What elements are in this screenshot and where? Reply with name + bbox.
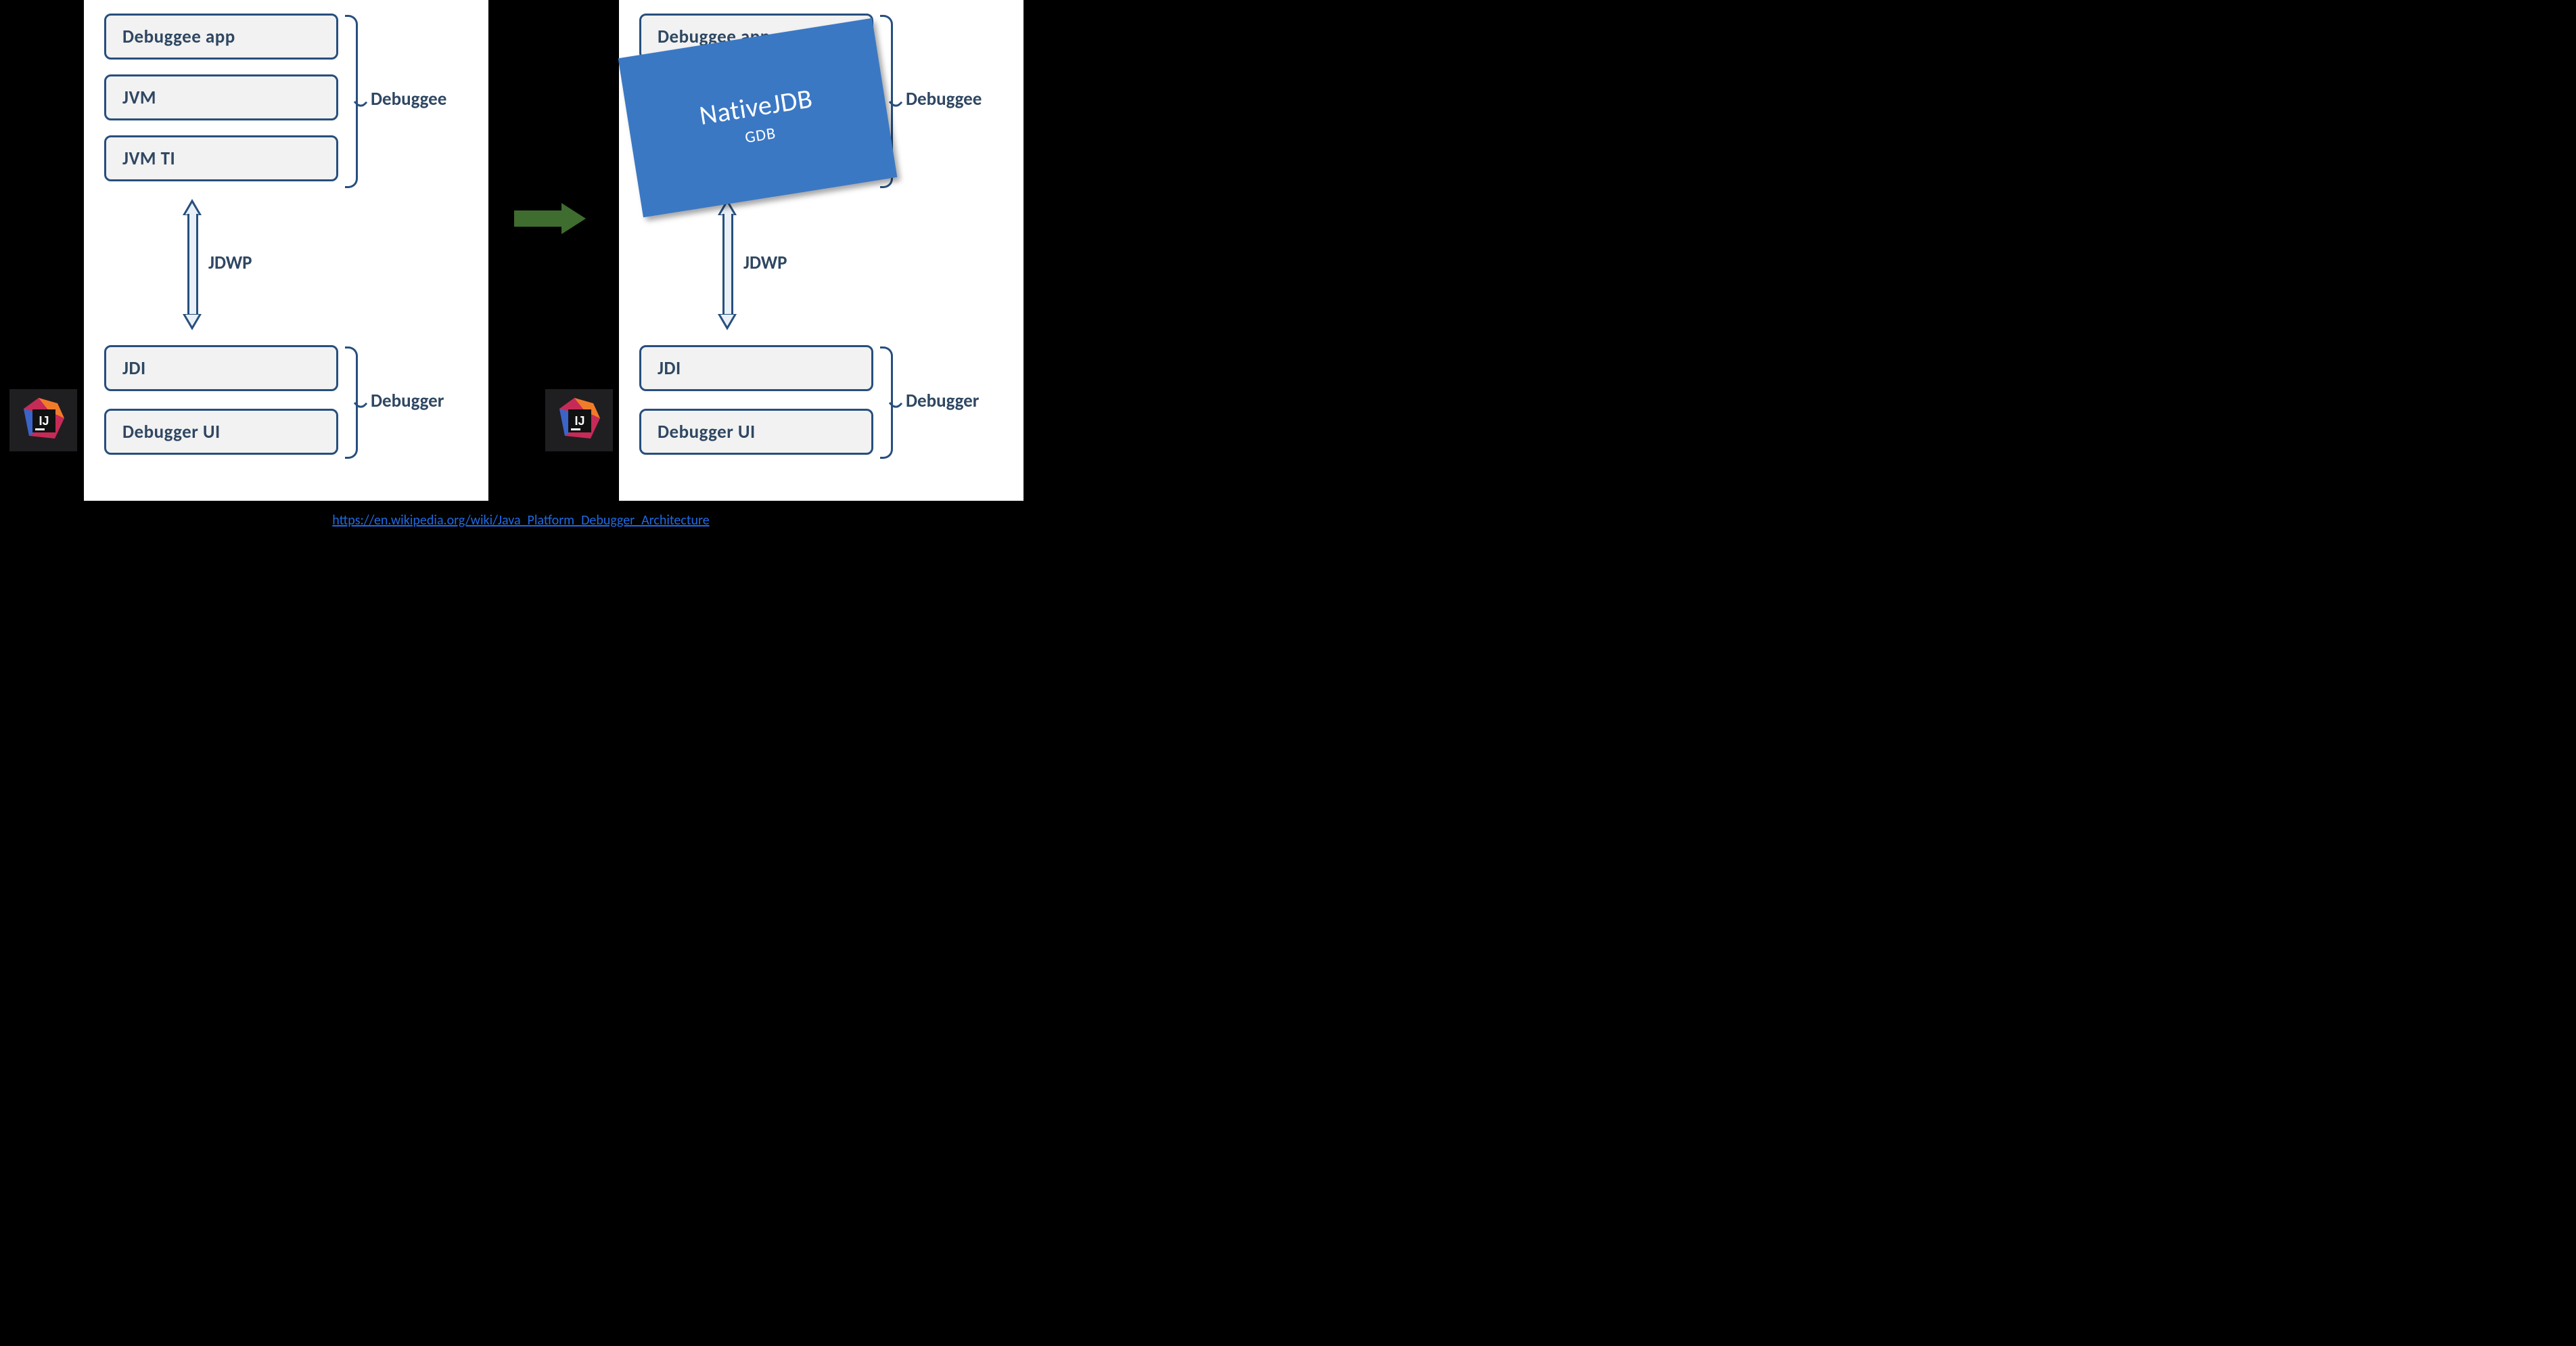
brace-label-debugger: Debugger: [371, 390, 444, 412]
box-label: Debuggee app: [122, 26, 235, 48]
brace-label-debuggee: Debuggee: [371, 88, 446, 110]
brace-debuggee: [345, 15, 358, 188]
box-jvm-ti: JVM TI: [104, 135, 338, 181]
box-label: Debugger UI: [122, 421, 221, 443]
overlay-title: NativeJDB: [697, 81, 814, 132]
svg-text:IJ: IJ: [39, 414, 49, 428]
svg-text:IJ: IJ: [574, 414, 584, 428]
brace-debugger: [345, 346, 358, 459]
transition-arrow-icon: [514, 203, 589, 234]
box-jdi: JDI: [639, 345, 873, 391]
box-jvm: JVM: [104, 74, 338, 120]
jdwp-arrow: [718, 200, 734, 329]
box-label: JVM: [122, 87, 156, 109]
brace-debugger: [880, 346, 893, 459]
box-debuggee-app: Debuggee app: [104, 14, 338, 60]
intellij-icon: IJ: [545, 389, 613, 451]
jdwp-arrow: [183, 200, 199, 329]
box-debugger-ui: Debugger UI: [639, 409, 873, 455]
box-label: JDI: [658, 357, 681, 380]
jpda-panel-left: Debuggee app JVM JVM TI JDI Debugger UI …: [84, 0, 488, 501]
box-debugger-ui: Debugger UI: [104, 409, 338, 455]
brace-label-debugger: Debugger: [906, 390, 979, 412]
box-jdi: JDI: [104, 345, 338, 391]
jdwp-label: JDWP: [208, 252, 252, 274]
jdwp-label: JDWP: [743, 252, 787, 274]
source-link[interactable]: https://en.wikipedia.org/wiki/Java_Platf…: [332, 512, 709, 529]
source-caption: https://en.wikipedia.org/wiki/Java_Platf…: [0, 512, 1042, 529]
box-label: Debugger UI: [658, 421, 756, 443]
box-label: JVM TI: [122, 148, 175, 170]
box-label: JDI: [122, 357, 146, 380]
brace-label-debuggee: Debuggee: [906, 88, 982, 110]
overlay-subtitle: GDB: [743, 123, 777, 148]
diagram-canvas: Debuggee app JVM JVM TI JDI Debugger UI …: [0, 0, 1042, 534]
intellij-icon: IJ: [9, 389, 77, 451]
